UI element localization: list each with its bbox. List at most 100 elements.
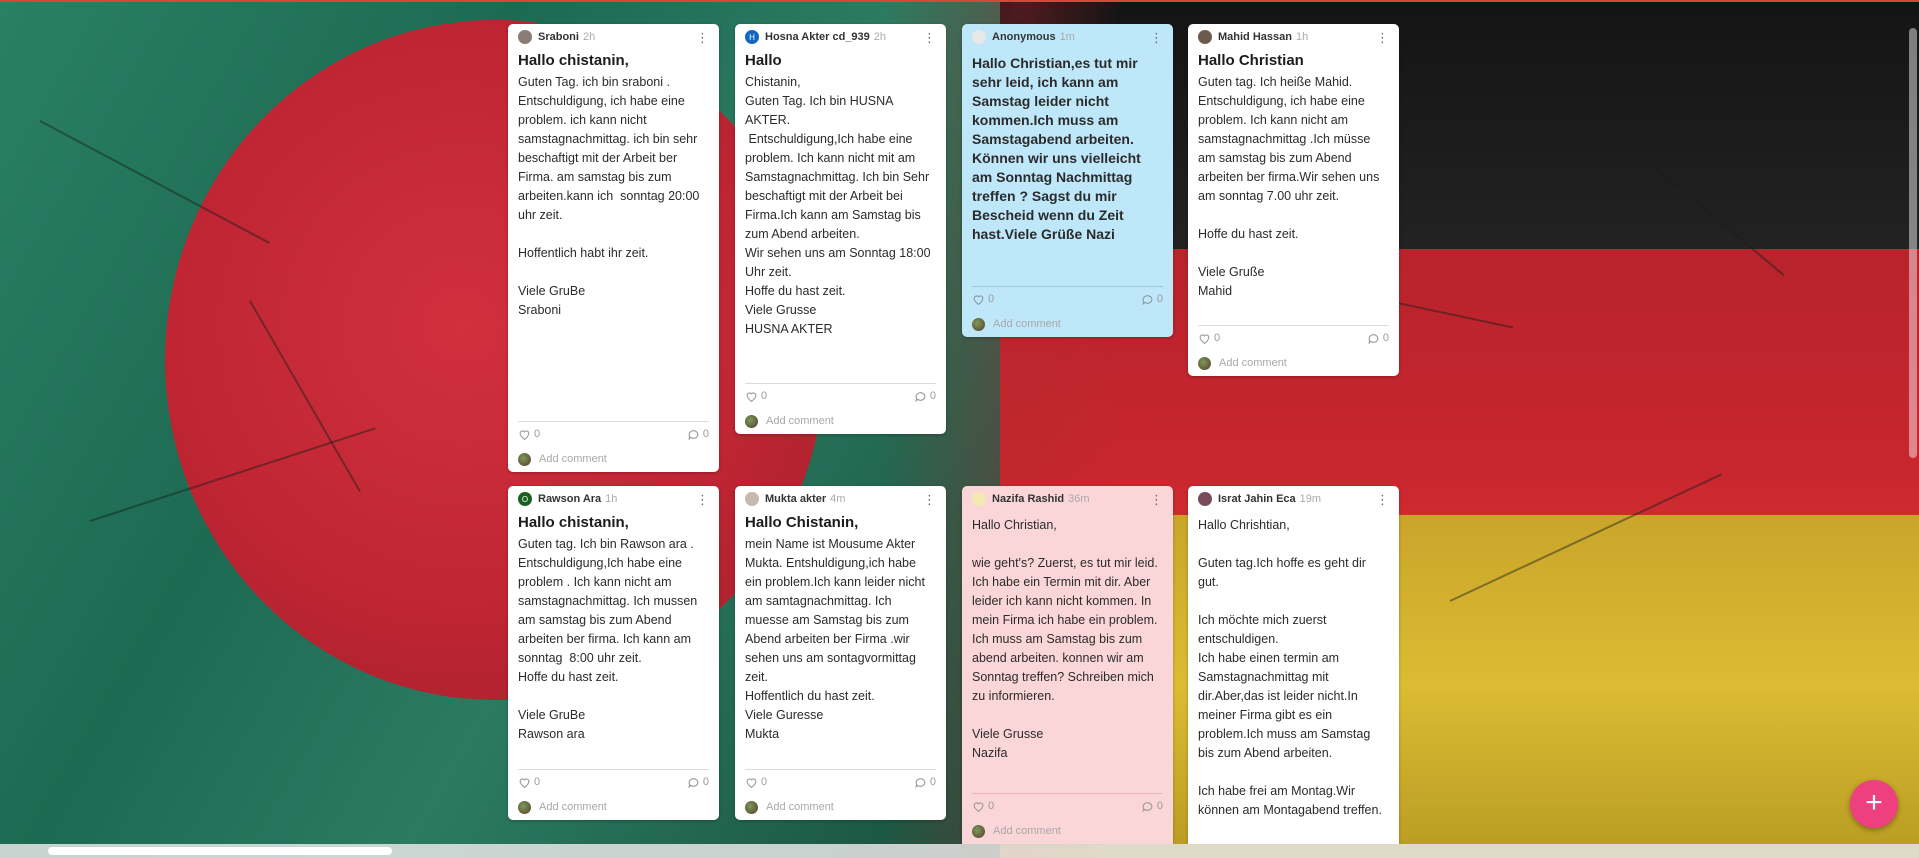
post-card[interactable]: Mukta akter 4m ⋮ Hallo Chistanin, mein N… [735, 486, 946, 820]
comments-button[interactable]: 0 [914, 390, 936, 403]
more-options-icon[interactable]: ⋮ [1150, 31, 1163, 44]
more-options-icon[interactable]: ⋮ [923, 31, 936, 44]
more-options-icon[interactable]: ⋮ [696, 31, 709, 44]
like-button[interactable]: 0 [518, 428, 540, 441]
like-button[interactable]: 0 [518, 776, 540, 789]
add-comment-input[interactable]: Add comment [735, 794, 946, 820]
more-options-icon[interactable]: ⋮ [1376, 31, 1389, 44]
comment-count: 0 [702, 776, 709, 788]
post-footer: 0 0 Add comment [962, 793, 1173, 844]
reactions-bar: 0 0 [508, 770, 719, 794]
post-card[interactable]: Nazifa Rashid 36m ⋮ Hallo Christian, wie… [962, 486, 1173, 844]
add-comment-input[interactable]: Add comment [508, 446, 719, 472]
post-time: 1h [605, 493, 618, 505]
comment-icon [915, 391, 926, 402]
post-card[interactable]: Sraboni 2h ⋮ Hallo chistanin, Guten Tag.… [508, 24, 719, 472]
like-count: 0 [1214, 332, 1221, 344]
reactions-bar: 0 0 [508, 422, 719, 446]
author-name: Mukta akter [765, 493, 827, 505]
user-avatar [972, 824, 985, 838]
add-comment-input[interactable]: Add comment [508, 794, 719, 820]
comment-icon [1142, 801, 1153, 812]
comments-button[interactable]: 0 [1141, 293, 1163, 306]
heart-icon [746, 777, 757, 788]
avatar [972, 492, 986, 506]
like-count: 0 [761, 390, 768, 402]
user-avatar [518, 800, 531, 814]
reactions-bar: 0 0 [735, 770, 946, 794]
avatar: H [745, 30, 759, 44]
post-card[interactable]: H Hosna Akter cd_939 2h ⋮ Hallo Chistani… [735, 24, 946, 434]
like-count: 0 [988, 293, 995, 305]
like-button[interactable]: 0 [972, 293, 994, 306]
post-header: Sraboni 2h ⋮ [508, 24, 719, 50]
background-wallpaper [0, 0, 1919, 858]
comment-icon [1142, 294, 1153, 305]
heart-icon [746, 391, 757, 402]
post-header: Israt Jahin Eca 19m ⋮ [1188, 486, 1399, 512]
more-options-icon[interactable]: ⋮ [1376, 493, 1389, 506]
post-card[interactable]: Mahid Hassan 1h ⋮ Hallo Christian Guten … [1188, 24, 1399, 376]
like-button[interactable]: 0 [745, 776, 767, 789]
post-time: 1m [1059, 31, 1075, 43]
heart-icon [519, 777, 530, 788]
post-body: Chistanin, Guten Tag. Ich bin HUSNA AKTE… [745, 75, 931, 336]
comment-count: 0 [702, 428, 709, 440]
add-post-button[interactable]: + [1850, 780, 1898, 828]
author-name: Rawson Ara [538, 493, 602, 505]
add-comment-input[interactable]: Add comment [735, 408, 946, 434]
heart-icon [1199, 333, 1210, 344]
more-options-icon[interactable]: ⋮ [923, 493, 936, 506]
post-footer: 0 0 Add comment [1188, 325, 1399, 376]
reactions-bar: 0 0 [962, 794, 1173, 818]
post-card[interactable]: O Rawson Ara 1h ⋮ Hallo chistanin, Guten… [508, 486, 719, 820]
add-comment-input[interactable]: Add comment [962, 818, 1173, 844]
post-header: Mukta akter 4m ⋮ [735, 486, 946, 512]
post-card[interactable]: Israt Jahin Eca 19m ⋮ Hallo Chrishtian, … [1188, 486, 1399, 844]
add-comment-input[interactable]: Add comment [962, 311, 1173, 337]
post-body: Guten tag. Ich bin Rawson ara . Entschul… [518, 537, 698, 741]
post-header: Mahid Hassan 1h ⋮ [1188, 24, 1399, 50]
add-comment-input[interactable]: Add comment [1188, 350, 1399, 376]
more-options-icon[interactable]: ⋮ [1150, 493, 1163, 506]
post-time: 2h [873, 31, 887, 43]
reactions-bar: 0 0 [735, 384, 946, 408]
comments-button[interactable]: 0 [1367, 332, 1389, 345]
post-title: Hallo Christian [1198, 52, 1304, 69]
post-time: 2h [582, 31, 596, 43]
like-button[interactable]: 0 [745, 390, 767, 403]
add-comment-placeholder: Add comment [1219, 357, 1287, 369]
post-card[interactable]: Anonymous 1m ⋮ Hallo Christian,es tut mi… [962, 24, 1173, 337]
horizontal-scroll-thumb[interactable] [48, 847, 392, 855]
comments-button[interactable]: 0 [914, 776, 936, 789]
author-name: Anonymous [992, 31, 1056, 43]
comments-button[interactable]: 0 [1141, 800, 1163, 813]
comments-button[interactable]: 0 [687, 428, 709, 441]
horizontal-scrollbar[interactable] [0, 844, 1919, 858]
like-count: 0 [988, 800, 995, 812]
add-comment-placeholder: Add comment [993, 825, 1061, 837]
author-name: Israt Jahin Eca [1218, 493, 1296, 505]
post-body: Guten Tag. ich bin sraboni . Entschuldig… [518, 75, 700, 317]
post-footer: 0 0 Add comment [508, 769, 719, 820]
heart-icon [519, 429, 530, 440]
user-avatar [972, 317, 985, 331]
post-time: 19m [1299, 493, 1322, 505]
post-title: Hallo Chistanin, [745, 514, 859, 531]
like-button[interactable]: 0 [972, 800, 994, 813]
like-button[interactable]: 0 [1198, 332, 1220, 345]
comment-icon [688, 777, 699, 788]
vertical-scrollbar[interactable] [1909, 28, 1917, 458]
comments-button[interactable]: 0 [687, 776, 709, 789]
add-comment-placeholder: Add comment [766, 415, 834, 427]
author-name: Sraboni [538, 31, 579, 43]
comment-count: 0 [929, 776, 936, 788]
comment-icon [1368, 333, 1379, 344]
comment-count: 0 [929, 390, 936, 402]
heart-icon [973, 294, 984, 305]
comment-icon [688, 429, 699, 440]
post-title: Hallo [745, 52, 782, 69]
more-options-icon[interactable]: ⋮ [696, 493, 709, 506]
post-body: mein Name ist Mousume Akter Mukta. Entsh… [745, 537, 925, 741]
author-name: Mahid Hassan [1218, 31, 1292, 43]
